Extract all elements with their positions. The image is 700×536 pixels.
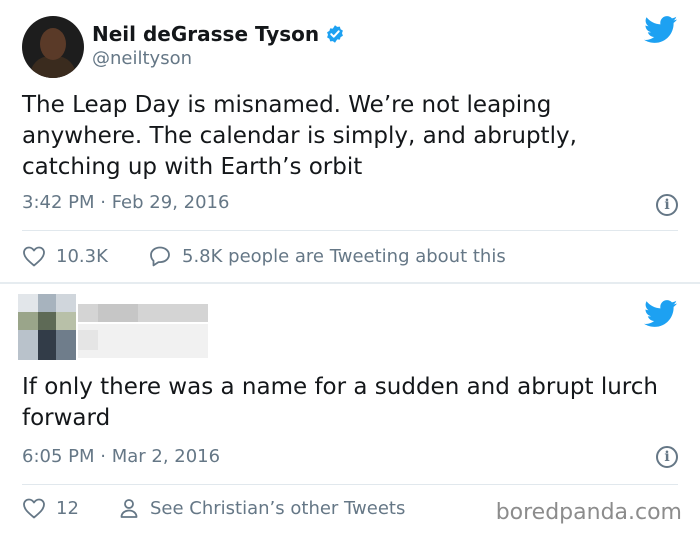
divider xyxy=(22,484,678,485)
info-icon[interactable]: i xyxy=(656,194,678,216)
like-button[interactable]: 12 xyxy=(22,497,79,519)
tweeting-about-text: 5.8K people are Tweeting about this xyxy=(182,245,506,267)
twitter-bird-icon[interactable] xyxy=(644,300,678,328)
watermark: boredpanda.com xyxy=(495,500,682,525)
verified-badge-icon xyxy=(327,25,344,43)
other-tweets-text: See Christian’s other Tweets xyxy=(150,497,406,519)
like-button[interactable]: 10.3K xyxy=(22,245,108,267)
speech-bubble-icon xyxy=(150,246,170,267)
heart-icon xyxy=(23,498,45,519)
author-handle[interactable]: @neiltyson xyxy=(92,48,192,69)
twitter-bird-icon[interactable] xyxy=(644,16,678,44)
author-row[interactable]: Neil deGrasse Tyson xyxy=(92,22,345,46)
avatar[interactable] xyxy=(22,16,84,78)
like-count: 12 xyxy=(56,497,79,519)
author-name[interactable]: Neil deGrasse Tyson xyxy=(92,22,319,46)
heart-icon xyxy=(23,246,45,267)
blurred-author[interactable] xyxy=(18,294,208,360)
tweet-timestamp[interactable]: 3:42 PM · Feb 29, 2016 xyxy=(22,192,229,213)
info-icon[interactable]: i xyxy=(656,446,678,468)
tweet-timestamp[interactable]: 6:05 PM · Mar 2, 2016 xyxy=(22,446,220,467)
tweeting-about-link[interactable]: 5.8K people are Tweeting about this xyxy=(148,245,506,267)
divider xyxy=(22,230,678,231)
tweet-text: The Leap Day is misnamed. We’re not leap… xyxy=(22,92,577,180)
tweet-text: If only there was a name for a sudden an… xyxy=(22,374,658,431)
person-icon xyxy=(120,499,138,518)
like-count: 10.3K xyxy=(56,245,108,267)
other-tweets-link[interactable]: See Christian’s other Tweets xyxy=(118,497,405,519)
tweet-card-1: Neil deGrasse Tyson @neiltyson The Leap … xyxy=(0,0,700,282)
